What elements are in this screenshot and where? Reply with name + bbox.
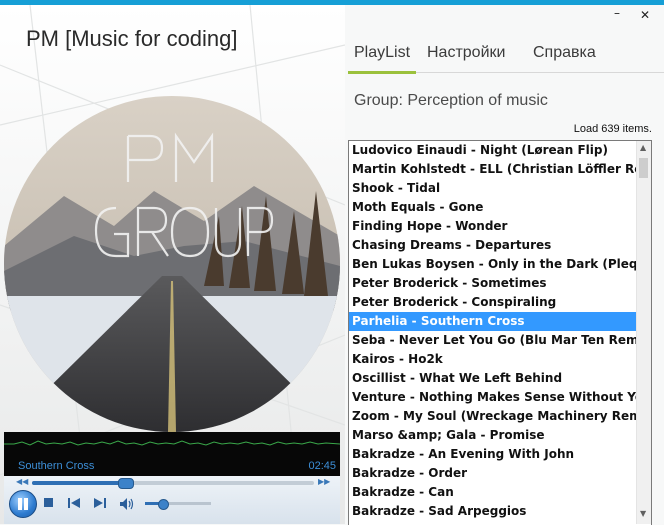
current-track-name: Southern Cross <box>18 460 95 472</box>
transport-controls: ◀◀ ▶▶ <box>4 476 340 524</box>
player-panel: Southern Cross 02:45 ◀◀ ▶▶ <box>4 432 340 524</box>
playlist-item[interactable]: Bakradze - Order <box>349 464 636 483</box>
minimize-button[interactable]: – <box>614 6 620 20</box>
volume-thumb[interactable] <box>158 499 170 510</box>
playlist-item[interactable]: Ben Lukas Boysen - Only in the Dark (Ple… <box>349 255 636 274</box>
playlist[interactable]: Ludovico Einaudi - Night (Lørean Flip) Ma… <box>348 140 652 525</box>
playlist-item[interactable]: Zoom - My Soul (Wreckage Machinery Remix… <box>349 407 636 426</box>
fast-forward-icon[interactable]: ▶▶ <box>318 477 330 486</box>
playlist-item[interactable]: Seba - Never Let You Go (Blu Mar Ten Rem… <box>349 331 636 350</box>
playlist-item[interactable]: Ludovico Einaudi - Night (Lørean Flip) <box>349 141 636 160</box>
app-title: PM [Music for coding] <box>26 26 238 51</box>
tab-divider <box>416 72 664 73</box>
seek-thumb[interactable] <box>118 478 135 489</box>
playlist-scrollbar[interactable]: ▲ ▼ <box>636 141 651 524</box>
rewind-icon[interactable]: ◀◀ <box>16 477 28 486</box>
volume-slider[interactable] <box>145 499 211 510</box>
active-tab-indicator <box>348 71 416 74</box>
close-button[interactable]: ✕ <box>640 8 650 22</box>
playlist-item[interactable]: Marso &amp; Gala - Promise <box>349 426 636 445</box>
group-label: Group: Perception of music <box>354 92 548 109</box>
tab-playlist[interactable]: PlayList <box>354 44 410 62</box>
next-button[interactable] <box>94 498 106 508</box>
next-track-icon <box>94 498 106 508</box>
playlist-item[interactable]: Moth Equals - Gone <box>349 198 636 217</box>
previous-button[interactable] <box>68 498 80 508</box>
playlist-item[interactable]: Finding Hope - Wonder <box>349 217 636 236</box>
album-cover <box>4 96 340 432</box>
seek-bar[interactable] <box>32 478 314 489</box>
scroll-thumb[interactable] <box>639 158 648 178</box>
playlist-item[interactable]: Bakradze - An Evening With John <box>349 445 636 464</box>
waveform-visualizer <box>4 440 340 446</box>
pause-button[interactable] <box>9 490 37 518</box>
load-status: Load 639 items. <box>573 123 652 135</box>
scroll-up-icon[interactable]: ▲ <box>640 143 646 152</box>
stop-button[interactable] <box>44 498 53 507</box>
playlist-item[interactable]: Kairos - Ho2k <box>349 350 636 369</box>
playlist-item[interactable]: Martin Kohlstedt - ELL (Christian Löffle… <box>349 160 636 179</box>
current-track-time: 02:45 <box>308 460 336 472</box>
mute-button[interactable] <box>120 498 134 510</box>
seek-progress <box>32 481 126 485</box>
tab-help[interactable]: Справка <box>533 44 596 62</box>
playlist-item[interactable]: Peter Broderick - Conspiraling <box>349 293 636 312</box>
playlist-item[interactable]: Bakradze - Can <box>349 483 636 502</box>
tab-settings[interactable]: Настройки <box>427 44 505 62</box>
previous-track-icon <box>68 498 80 508</box>
playlist-item[interactable]: Oscillist - What We Left Behind <box>349 369 636 388</box>
scroll-down-icon[interactable]: ▼ <box>640 509 646 518</box>
playlist-item[interactable]: Venture - Nothing Makes Sense Without Yo… <box>349 388 636 407</box>
playlist-item[interactable]: Bakradze - Sad Arpeggios <box>349 502 636 521</box>
speaker-icon <box>120 498 134 510</box>
playlist-item[interactable]: Chasing Dreams - Departures <box>349 236 636 255</box>
playlist-item[interactable]: Shook - Tidal <box>349 179 636 198</box>
playlist-item[interactable]: Peter Broderick - Sometimes <box>349 274 636 293</box>
playlist-item[interactable]: Parhelia - Southern Cross <box>349 312 636 331</box>
